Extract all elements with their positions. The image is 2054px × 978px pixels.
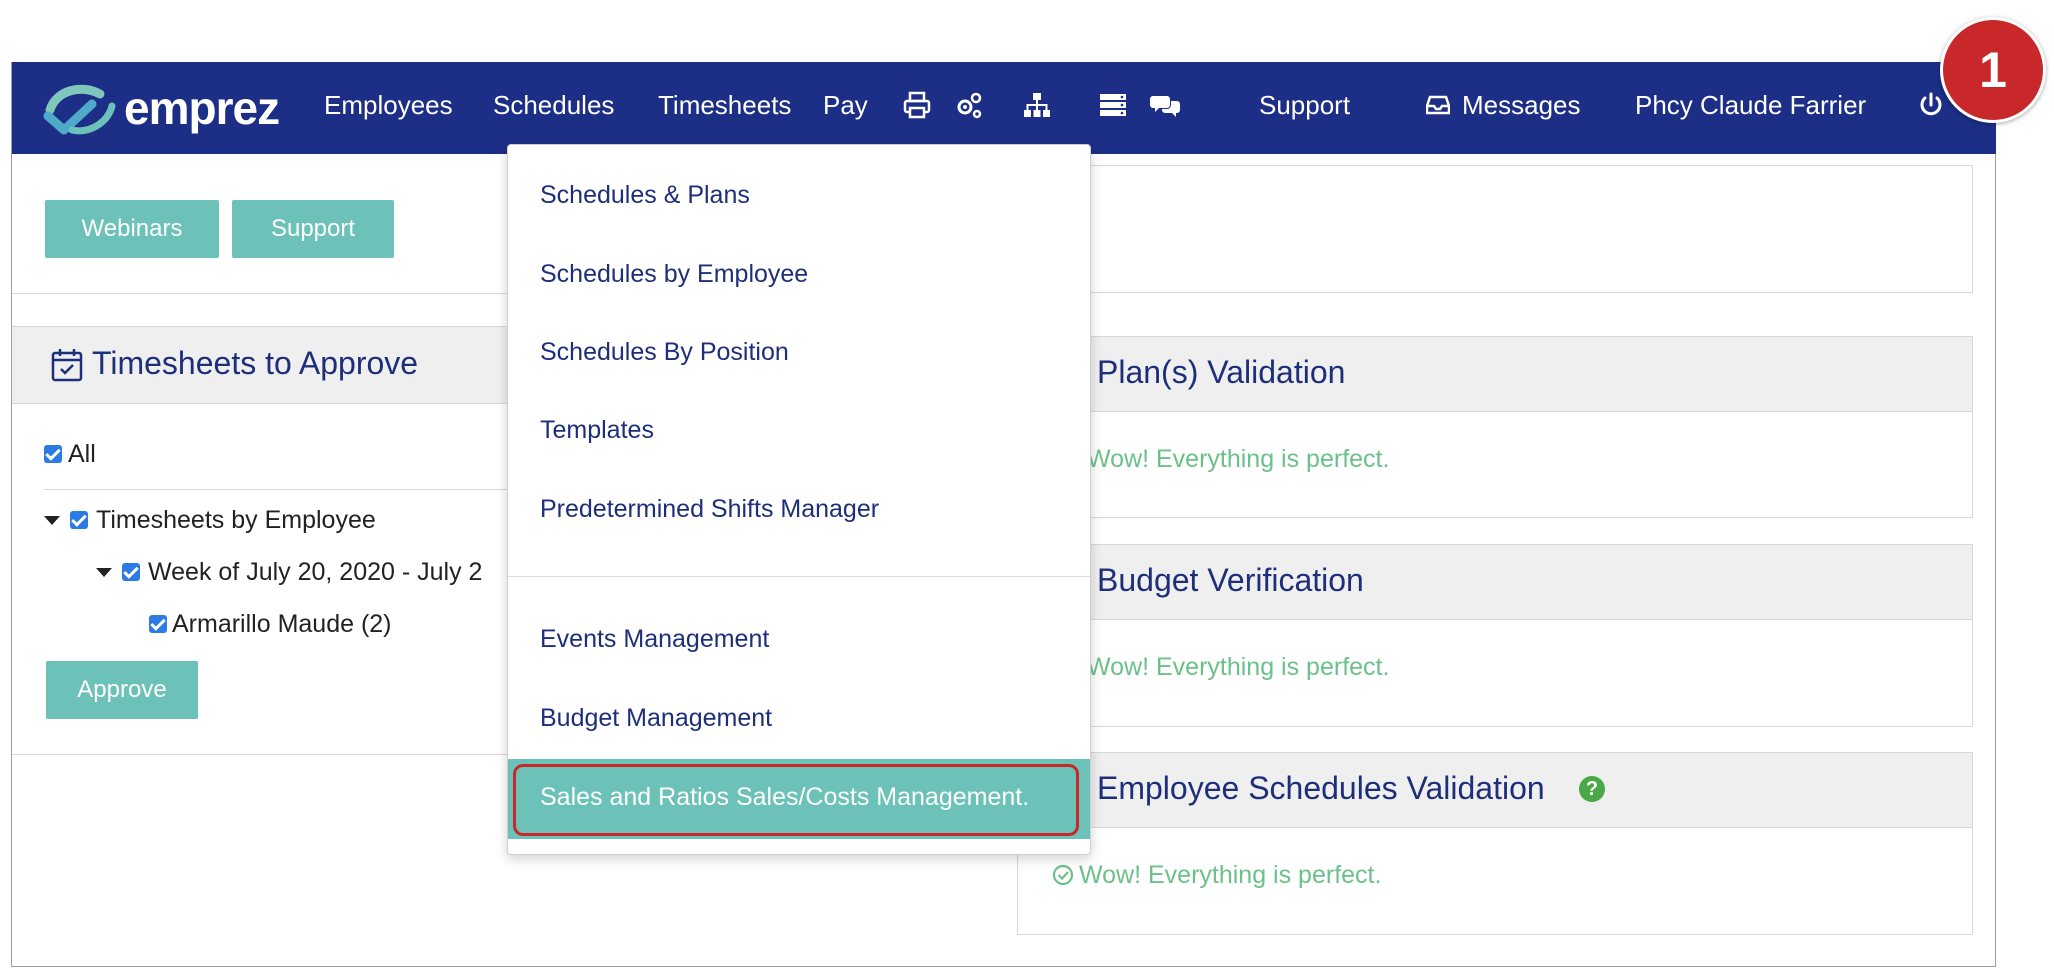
plans-validation-card: Plan(s) Validation Wow! Everything is pe… bbox=[1017, 336, 1973, 518]
schedules-dropdown-menu: Schedules & Plans Schedules by Employee … bbox=[507, 144, 1091, 855]
card-title: Employee Schedules Validation bbox=[1097, 770, 1545, 806]
status-message: Wow! Everything is perfect. bbox=[1087, 445, 1390, 473]
support-button[interactable]: Support bbox=[232, 200, 394, 258]
emprez-logo-icon bbox=[43, 84, 116, 135]
menu-item-predetermined-shifts[interactable]: Predetermined Shifts Manager bbox=[540, 495, 879, 524]
employee-checkbox[interactable] bbox=[149, 615, 167, 633]
org-chart-icon[interactable] bbox=[1022, 90, 1052, 120]
approve-button[interactable]: Approve bbox=[46, 661, 198, 719]
timesheets-by-employee-checkbox[interactable] bbox=[70, 511, 88, 529]
chat-bubbles-icon[interactable] bbox=[1150, 90, 1180, 120]
card-header: Employee Schedules Validation ? bbox=[1018, 753, 1972, 828]
info-panel bbox=[1017, 165, 1973, 293]
inbox-icon bbox=[1426, 95, 1450, 115]
nav-user-name[interactable]: Phcy Claude Farrier bbox=[1635, 90, 1866, 121]
tree-collapse-caret-icon[interactable] bbox=[44, 516, 60, 525]
menu-item-schedules-by-position[interactable]: Schedules By Position bbox=[540, 338, 789, 367]
menu-item-schedules-by-employee[interactable]: Schedules by Employee bbox=[540, 260, 808, 289]
calendar-check-icon bbox=[51, 349, 83, 382]
card-header: Timesheets to Approve bbox=[12, 327, 512, 404]
card-title: Plan(s) Validation bbox=[1097, 354, 1346, 390]
nav-support[interactable]: Support bbox=[1259, 90, 1350, 121]
employee-schedules-validation-card: Employee Schedules Validation ? Wow! Eve… bbox=[1017, 752, 1973, 935]
server-list-icon[interactable] bbox=[1098, 90, 1128, 120]
help-icon[interactable]: ? bbox=[1579, 776, 1605, 802]
status-message: Wow! Everything is perfect. bbox=[1087, 653, 1390, 681]
top-navbar: emprez Employees Schedules Timesheets Pa… bbox=[12, 62, 1996, 154]
status-message: Wow! Everything is perfect. bbox=[1079, 861, 1382, 889]
card-title: Budget Verification bbox=[1097, 562, 1364, 598]
budget-verification-card: Budget Verification Wow! Everything is p… bbox=[1017, 544, 1973, 727]
menu-item-templates[interactable]: Templates bbox=[540, 416, 654, 445]
power-icon[interactable] bbox=[1918, 92, 1944, 118]
gears-icon[interactable] bbox=[954, 90, 984, 120]
card-header: Plan(s) Validation bbox=[1018, 337, 1972, 412]
nav-messages[interactable]: Messages bbox=[1462, 90, 1581, 121]
all-checkbox[interactable] bbox=[44, 445, 62, 463]
tree-employee-label: Armarillo Maude (2) bbox=[172, 610, 392, 638]
nav-schedules[interactable]: Schedules bbox=[493, 90, 614, 121]
menu-item-events-management[interactable]: Events Management bbox=[540, 625, 769, 654]
all-label: All bbox=[68, 440, 96, 468]
nav-pay[interactable]: Pay bbox=[823, 90, 868, 121]
nav-employees[interactable]: Employees bbox=[324, 90, 453, 121]
tree-group-label: Timesheets by Employee bbox=[96, 506, 376, 534]
check-circle-icon bbox=[1052, 864, 1074, 886]
nav-timesheets[interactable]: Timesheets bbox=[658, 90, 791, 121]
printer-icon[interactable] bbox=[902, 90, 932, 120]
timesheets-to-approve-card: Timesheets to Approve All Timesheets by … bbox=[12, 326, 512, 755]
menu-item-sales-ratios-management[interactable]: Sales and Ratios Sales/Costs Management. bbox=[508, 759, 1090, 839]
tree-week-label: Week of July 20, 2020 - July 2 bbox=[148, 558, 483, 586]
menu-item-schedules-plans[interactable]: Schedules & Plans bbox=[540, 181, 750, 210]
menu-item-label: Sales and Ratios Sales/Costs Management. bbox=[540, 783, 1030, 811]
webinars-button[interactable]: Webinars bbox=[45, 200, 219, 258]
card-title: Timesheets to Approve bbox=[92, 345, 419, 381]
menu-divider bbox=[508, 576, 1090, 577]
tree-collapse-caret-icon[interactable] bbox=[96, 568, 112, 577]
divider bbox=[44, 489, 512, 490]
card-header: Budget Verification bbox=[1018, 545, 1972, 620]
week-checkbox[interactable] bbox=[122, 563, 140, 581]
brand-name: emprez bbox=[124, 82, 280, 134]
menu-item-budget-management[interactable]: Budget Management bbox=[540, 704, 772, 733]
brand-logo[interactable]: emprez bbox=[42, 80, 280, 136]
step-number-badge: 1 bbox=[1940, 17, 2046, 123]
divider bbox=[12, 293, 512, 294]
